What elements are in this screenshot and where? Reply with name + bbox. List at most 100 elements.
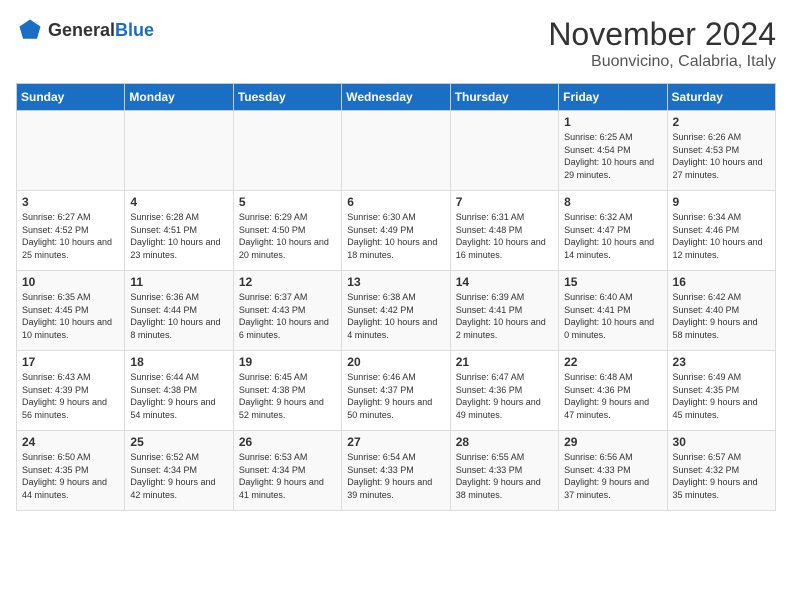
calendar-cell: 30 Sunrise: 6:57 AMSunset: 4:32 PMDayligh… xyxy=(667,431,775,511)
day-number: 16 xyxy=(673,275,770,289)
day-info: Sunrise: 6:37 AMSunset: 4:43 PMDaylight:… xyxy=(239,291,336,341)
weekday-header: Thursday xyxy=(450,84,558,111)
calendar-cell: 9 Sunrise: 6:34 AMSunset: 4:46 PMDaylight… xyxy=(667,191,775,271)
weekday-header: Monday xyxy=(125,84,233,111)
day-number: 3 xyxy=(22,195,119,209)
day-info: Sunrise: 6:40 AMSunset: 4:41 PMDaylight:… xyxy=(564,291,661,341)
day-number: 18 xyxy=(130,355,227,369)
calendar-cell: 1Sunrise: 6:25 AMSunset: 4:54 PMDaylight… xyxy=(559,111,667,191)
calendar-cell xyxy=(125,111,233,191)
calendar-cell: 14 Sunrise: 6:39 AMSunset: 4:41 PMDayligh… xyxy=(450,271,558,351)
day-number: 7 xyxy=(456,195,553,209)
calendar-cell: 7Sunrise: 6:31 AMSunset: 4:48 PMDaylight… xyxy=(450,191,558,271)
calendar-week-row: 17Sunrise: 6:43 AMSunset: 4:39 PMDayligh… xyxy=(17,351,776,431)
calendar-cell: 18 Sunrise: 6:44 AMSunset: 4:38 PMDayligh… xyxy=(125,351,233,431)
calendar-cell: 27Sunrise: 6:54 AMSunset: 4:33 PMDayligh… xyxy=(342,431,450,511)
calendar-cell: 24 Sunrise: 6:50 AMSunset: 4:35 PMDayligh… xyxy=(17,431,125,511)
calendar-cell: 21 Sunrise: 6:47 AMSunset: 4:36 PMDayligh… xyxy=(450,351,558,431)
logo-text-blue: Blue xyxy=(115,20,154,40)
day-number: 30 xyxy=(673,435,770,449)
logo-icon xyxy=(16,16,44,44)
day-number: 19 xyxy=(239,355,336,369)
day-number: 4 xyxy=(130,195,227,209)
day-info: Sunrise: 6:46 AMSunset: 4:37 PMDaylight:… xyxy=(347,371,444,421)
calendar-cell: 25Sunrise: 6:52 AMSunset: 4:34 PMDayligh… xyxy=(125,431,233,511)
day-number: 24 xyxy=(22,435,119,449)
day-info: Sunrise: 6:48 AMSunset: 4:36 PMDaylight:… xyxy=(564,371,661,421)
day-info: Sunrise: 6:27 AMSunset: 4:52 PMDaylight:… xyxy=(22,211,119,261)
calendar-cell: 3 Sunrise: 6:27 AMSunset: 4:52 PMDaylight… xyxy=(17,191,125,271)
day-number: 9 xyxy=(673,195,770,209)
day-number: 26 xyxy=(239,435,336,449)
day-info: Sunrise: 6:36 AMSunset: 4:44 PMDaylight:… xyxy=(130,291,227,341)
calendar-cell: 15 Sunrise: 6:40 AMSunset: 4:41 PMDayligh… xyxy=(559,271,667,351)
day-number: 12 xyxy=(239,275,336,289)
calendar-cell: 10 Sunrise: 6:35 AMSunset: 4:45 PMDayligh… xyxy=(17,271,125,351)
title-area: November 2024 Buonvicino, Calabria, Ital… xyxy=(548,16,776,71)
day-number: 14 xyxy=(456,275,553,289)
calendar-cell: 28Sunrise: 6:55 AMSunset: 4:33 PMDayligh… xyxy=(450,431,558,511)
day-number: 6 xyxy=(347,195,444,209)
day-info: Sunrise: 6:55 AMSunset: 4:33 PMDaylight:… xyxy=(456,451,553,501)
day-info: Sunrise: 6:29 AMSunset: 4:50 PMDaylight:… xyxy=(239,211,336,261)
day-info: Sunrise: 6:47 AMSunset: 4:36 PMDaylight:… xyxy=(456,371,553,421)
calendar-cell xyxy=(450,111,558,191)
day-number: 27 xyxy=(347,435,444,449)
day-number: 15 xyxy=(564,275,661,289)
calendar-cell: 16 Sunrise: 6:42 AMSunset: 4:40 PMDayligh… xyxy=(667,271,775,351)
day-info: Sunrise: 6:32 AMSunset: 4:47 PMDaylight:… xyxy=(564,211,661,261)
day-info: Sunrise: 6:42 AMSunset: 4:40 PMDaylight:… xyxy=(673,291,770,341)
weekday-header: Wednesday xyxy=(342,84,450,111)
calendar-week-row: 1Sunrise: 6:25 AMSunset: 4:54 PMDaylight… xyxy=(17,111,776,191)
day-number: 20 xyxy=(347,355,444,369)
day-info: Sunrise: 6:50 AMSunset: 4:35 PMDaylight:… xyxy=(22,451,119,501)
calendar-cell: 5 Sunrise: 6:29 AMSunset: 4:50 PMDaylight… xyxy=(233,191,341,271)
calendar-cell: 17Sunrise: 6:43 AMSunset: 4:39 PMDayligh… xyxy=(17,351,125,431)
day-number: 25 xyxy=(130,435,227,449)
day-info: Sunrise: 6:44 AMSunset: 4:38 PMDaylight:… xyxy=(130,371,227,421)
calendar-cell: 6 Sunrise: 6:30 AMSunset: 4:49 PMDaylight… xyxy=(342,191,450,271)
day-number: 8 xyxy=(564,195,661,209)
day-info: Sunrise: 6:39 AMSunset: 4:41 PMDaylight:… xyxy=(456,291,553,341)
day-number: 5 xyxy=(239,195,336,209)
logo-text-general: General xyxy=(48,20,115,40)
day-number: 23 xyxy=(673,355,770,369)
page-header: GeneralBlue November 2024 Buonvicino, Ca… xyxy=(16,16,776,71)
day-number: 29 xyxy=(564,435,661,449)
calendar-cell: 13Sunrise: 6:38 AMSunset: 4:42 PMDayligh… xyxy=(342,271,450,351)
day-number: 22 xyxy=(564,355,661,369)
weekday-header: Friday xyxy=(559,84,667,111)
day-number: 2 xyxy=(673,115,770,129)
calendar-cell: 11 Sunrise: 6:36 AMSunset: 4:44 PMDayligh… xyxy=(125,271,233,351)
day-info: Sunrise: 6:56 AMSunset: 4:33 PMDaylight:… xyxy=(564,451,661,501)
calendar-cell: 29 Sunrise: 6:56 AMSunset: 4:33 PMDayligh… xyxy=(559,431,667,511)
day-number: 10 xyxy=(22,275,119,289)
day-number: 11 xyxy=(130,275,227,289)
logo: GeneralBlue xyxy=(16,16,154,44)
day-number: 17 xyxy=(22,355,119,369)
calendar-cell: 22 Sunrise: 6:48 AMSunset: 4:36 PMDayligh… xyxy=(559,351,667,431)
day-info: Sunrise: 6:57 AMSunset: 4:32 PMDaylight:… xyxy=(673,451,770,501)
calendar-week-row: 3 Sunrise: 6:27 AMSunset: 4:52 PMDaylight… xyxy=(17,191,776,271)
calendar-cell: 4 Sunrise: 6:28 AMSunset: 4:51 PMDaylight… xyxy=(125,191,233,271)
calendar-cell: 20 Sunrise: 6:46 AMSunset: 4:37 PMDayligh… xyxy=(342,351,450,431)
day-info: Sunrise: 6:49 AMSunset: 4:35 PMDaylight:… xyxy=(673,371,770,421)
day-info: Sunrise: 6:34 AMSunset: 4:46 PMDaylight:… xyxy=(673,211,770,261)
day-info: Sunrise: 6:28 AMSunset: 4:51 PMDaylight:… xyxy=(130,211,227,261)
day-info: Sunrise: 6:30 AMSunset: 4:49 PMDaylight:… xyxy=(347,211,444,261)
calendar-cell xyxy=(233,111,341,191)
calendar-title: November 2024 xyxy=(548,16,776,53)
day-info: Sunrise: 6:35 AMSunset: 4:45 PMDaylight:… xyxy=(22,291,119,341)
calendar-header: SundayMondayTuesdayWednesdayThursdayFrid… xyxy=(17,84,776,111)
day-info: Sunrise: 6:53 AMSunset: 4:34 PMDaylight:… xyxy=(239,451,336,501)
calendar-cell: 26 Sunrise: 6:53 AMSunset: 4:34 PMDayligh… xyxy=(233,431,341,511)
weekday-header: Saturday xyxy=(667,84,775,111)
calendar-week-row: 10 Sunrise: 6:35 AMSunset: 4:45 PMDayligh… xyxy=(17,271,776,351)
day-number: 21 xyxy=(456,355,553,369)
weekday-header: Sunday xyxy=(17,84,125,111)
calendar-cell: 12 Sunrise: 6:37 AMSunset: 4:43 PMDayligh… xyxy=(233,271,341,351)
day-info: Sunrise: 6:45 AMSunset: 4:38 PMDaylight:… xyxy=(239,371,336,421)
weekday-header: Tuesday xyxy=(233,84,341,111)
calendar-cell xyxy=(342,111,450,191)
calendar-cell: 2Sunrise: 6:26 AMSunset: 4:53 PMDaylight… xyxy=(667,111,775,191)
